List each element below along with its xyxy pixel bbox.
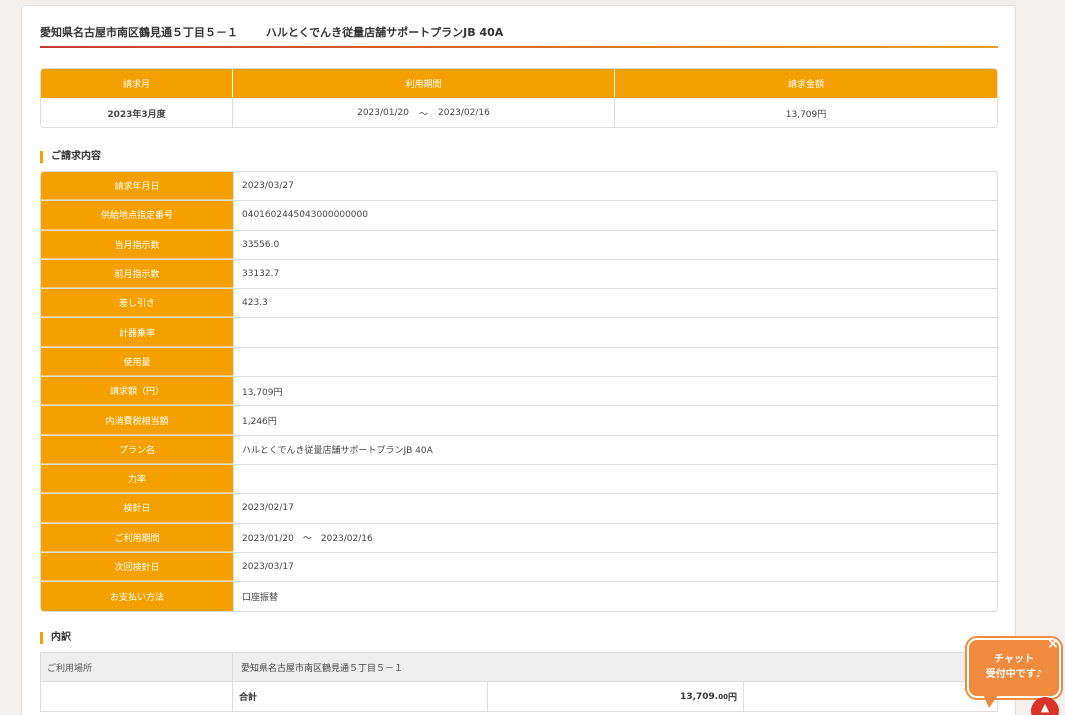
chat-bubble-tail xyxy=(983,694,999,708)
detail-label: お支払い方法 xyxy=(41,582,233,612)
detail-label: 力率 xyxy=(41,464,233,494)
detail-value: ハルとくでんき従量店舗サポートプランJB 40A xyxy=(233,435,997,464)
detail-row: 内消費税相当額 1,246円 xyxy=(41,406,997,436)
detail-label: 当月指示数 xyxy=(41,230,233,259)
breakdown-empty-cell xyxy=(41,682,233,711)
summary-period-sep: 〜 xyxy=(418,109,428,120)
detail-value xyxy=(233,318,997,347)
detail-row: プラン名 ハルとくでんき従量店舗サポートプランJB 40A xyxy=(41,435,997,465)
breakdown-table: ご利用場所 愛知県名古屋市南区鶴見通５丁目５－１ 合計 13,709. 00 円 xyxy=(40,652,998,712)
detail-row: 供給地点指定番号 0401602445043000000000 xyxy=(41,201,997,231)
detail-row: 請求年月日 2023/03/27 xyxy=(41,172,997,202)
breakdown-total-value: 13,709. 00 円 xyxy=(488,682,744,711)
page-title: 愛知県名古屋市南区鶴見通５丁目５－１ ハルとくでんき従量店舗サポートプランJB … xyxy=(40,24,503,40)
breakdown-place-row: ご利用場所 愛知県名古屋市南区鶴見通５丁目５－１ xyxy=(41,653,997,682)
breakdown-place-value: 愛知県名古屋市南区鶴見通５丁目５－１ xyxy=(241,663,404,674)
detail-value: 口座振替 xyxy=(233,582,997,612)
summary-table: 請求月 利用期間 請求金額 2023年3月度 2023/01/20 〜 2023… xyxy=(40,68,998,128)
detail-value xyxy=(233,464,997,494)
breakdown-place-label: ご利用場所 xyxy=(41,653,233,681)
detail-label: 内消費税相当額 xyxy=(41,406,233,435)
detail-value: 2023/02/17 xyxy=(233,494,997,523)
section-heading-breakdown: 内訳 xyxy=(40,632,71,644)
breakdown-total-row: 合計 13,709. 00 円 xyxy=(41,682,997,711)
scroll-to-top-button[interactable]: ▲ xyxy=(1031,697,1059,715)
detail-row: 差し引き 423.3 xyxy=(41,289,997,319)
detail-label: ご利用期間 xyxy=(41,523,233,552)
detail-label: 請求額（円） xyxy=(41,377,233,406)
detail-row: 当月指示数 33556.0 xyxy=(41,230,997,260)
detail-label: 供給地点指定番号 xyxy=(41,201,233,230)
detail-row: 検針日 2023/02/17 xyxy=(41,494,997,524)
breakdown-total-label: 合計 xyxy=(233,682,488,711)
detail-value xyxy=(233,347,997,377)
detail-label: 差し引き xyxy=(41,289,233,318)
page-title-plan: ハルとくでんき従量店舗サポートプランJB 40A xyxy=(265,26,504,39)
detail-label: 計器乗率 xyxy=(41,318,233,347)
chat-line-2: 受付中です♪ xyxy=(985,669,1043,680)
details-table: 請求年月日 2023/03/27 供給地点指定番号 0401602445043000… xyxy=(40,171,998,613)
detail-row: 計器乗率 xyxy=(41,318,997,348)
breakdown-total-amount: 13,709. xyxy=(680,691,719,702)
summary-period: 2023/01/20 〜 2023/02/16 xyxy=(233,98,615,127)
detail-row: 次回検針日 2023/03/17 xyxy=(41,552,997,583)
detail-value: 423.3 xyxy=(233,289,997,318)
detail-label: プラン名 xyxy=(41,435,233,464)
close-icon[interactable]: × xyxy=(1045,636,1061,652)
detail-value: 1,246円 xyxy=(233,406,997,435)
summary-header-row: 請求月 利用期間 請求金額 xyxy=(41,69,997,98)
detail-value: 2023/03/27 xyxy=(233,172,997,201)
detail-value: 2023/01/20 〜 2023/02/16 xyxy=(233,523,997,552)
detail-label: 次回検針日 xyxy=(41,552,233,582)
summary-period-start: 2023/01/20 xyxy=(357,108,409,118)
page-title-address: 愛知県名古屋市南区鶴見通５丁目５－１ xyxy=(40,26,238,39)
detail-label: 請求年月日 xyxy=(41,172,233,201)
breakdown-total-unit: 円 xyxy=(727,693,737,703)
detail-value: 0401602445043000000000 xyxy=(233,201,997,230)
section-heading-details: ご請求内容 xyxy=(40,151,101,163)
summary-period-end: 2023/02/16 xyxy=(438,108,490,118)
detail-row: 前月指示数 33132.7 xyxy=(41,259,997,290)
detail-label: 前月指示数 xyxy=(41,259,233,289)
summary-month: 2023年3月度 xyxy=(41,98,233,127)
detail-value: 2023/03/17 xyxy=(233,552,997,582)
breakdown-total-decimal: 00 xyxy=(718,692,728,701)
detail-label: 使用量 xyxy=(41,347,233,377)
detail-value: 13,709円 xyxy=(233,377,997,406)
chat-line-1: チャット xyxy=(994,654,1034,665)
detail-row: お支払い方法 口座振替 xyxy=(41,582,997,612)
detail-value: 33132.7 xyxy=(233,259,997,289)
summary-header-month: 請求月 xyxy=(41,69,233,98)
detail-row: 力率 xyxy=(41,464,997,495)
title-divider xyxy=(40,46,998,48)
detail-value: 33556.0 xyxy=(233,230,997,259)
detail-label: 検針日 xyxy=(41,494,233,523)
billing-card: 愛知県名古屋市南区鶴見通５丁目５－１ ハルとくでんき従量店舗サポートプランJB … xyxy=(21,5,1016,715)
summary-amount: 13,709円 xyxy=(785,109,827,120)
summary-data-row: 2023年3月度 2023/01/20 〜 2023/02/16 13,709円 xyxy=(41,98,997,127)
detail-row: ご利用期間 2023/01/20 〜 2023/02/16 xyxy=(41,523,997,553)
summary-header-amount: 請求金額 xyxy=(787,80,824,90)
breakdown-empty-cell xyxy=(744,682,997,711)
detail-row: 使用量 xyxy=(41,347,997,378)
summary-header-period: 利用期間 xyxy=(233,69,615,98)
detail-row: 請求額（円） 13,709円 xyxy=(41,377,997,407)
